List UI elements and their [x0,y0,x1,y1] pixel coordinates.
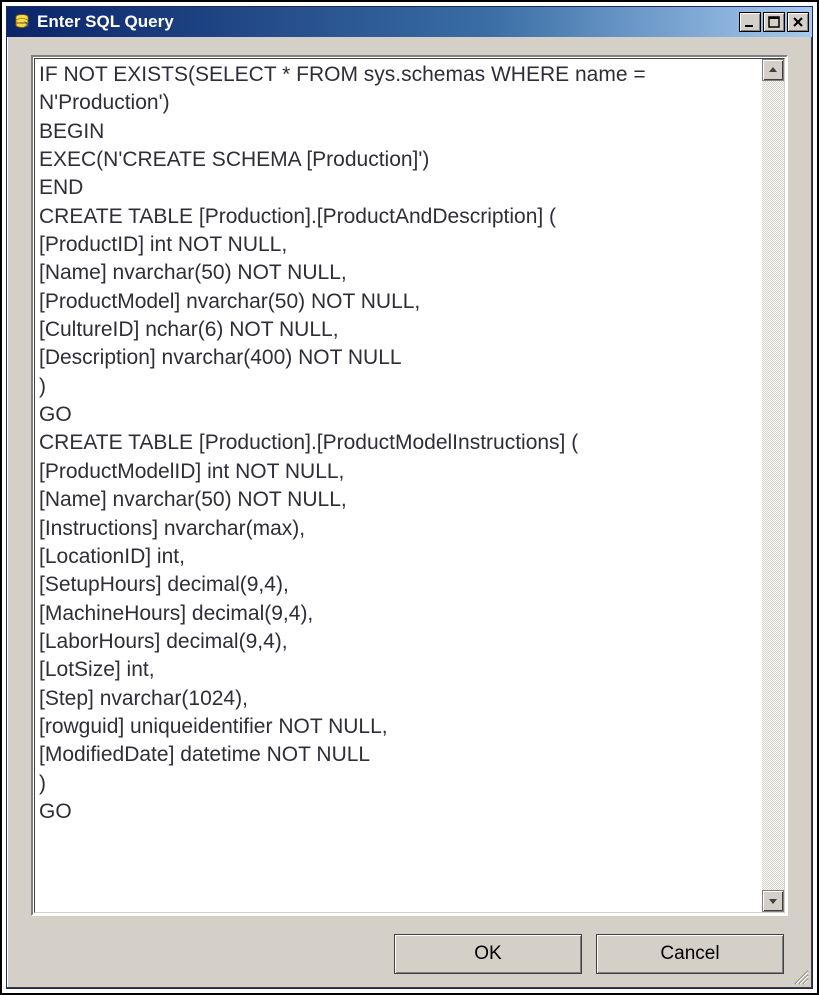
maximize-button[interactable] [763,12,785,32]
scroll-down-button[interactable] [762,890,784,912]
scroll-track[interactable] [762,81,784,890]
sql-query-textarea[interactable] [35,59,762,912]
close-button[interactable] [787,12,809,32]
resize-grip[interactable] [791,967,809,985]
sql-editor-frame [31,55,788,916]
cancel-button-label: Cancel [660,943,719,965]
scroll-up-button[interactable] [762,59,784,81]
ok-button[interactable]: OK [394,934,582,974]
minimize-button[interactable] [739,12,761,32]
client-area: OK Cancel [7,37,812,988]
dialog-window: Enter SQL Query [6,6,813,989]
titlebar[interactable]: Enter SQL Query [7,7,812,37]
window-controls [739,12,809,32]
database-icon [13,13,31,31]
window-title: Enter SQL Query [37,12,739,32]
vertical-scrollbar[interactable] [762,59,784,912]
cancel-button[interactable]: Cancel [596,934,784,974]
ok-button-label: OK [474,943,501,965]
dialog-button-row: OK Cancel [31,916,788,974]
